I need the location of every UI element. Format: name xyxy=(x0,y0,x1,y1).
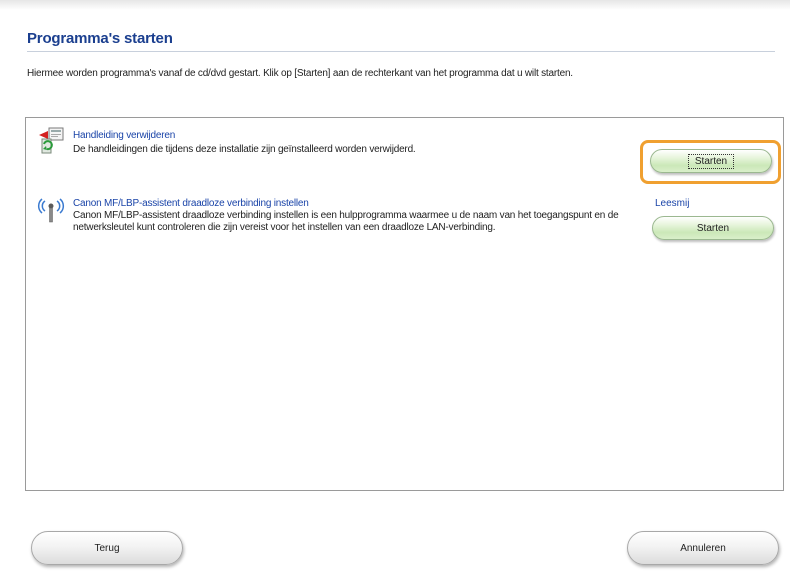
page-title: Programma's starten xyxy=(27,30,173,47)
item-description-wireless-assistant: Canon MF/LBP-assistent draadloze verbind… xyxy=(73,210,619,233)
installer-window: Programma's starten Hiermee worden progr… xyxy=(0,0,790,571)
cancel-button[interactable]: Annuleren xyxy=(627,531,779,565)
item-description-manual-uninstall: De handleidingen die tijdens deze instal… xyxy=(73,144,416,155)
intro-text: Hiermee worden programma's vanaf de cd/d… xyxy=(27,68,573,79)
wireless-signal-icon xyxy=(36,196,66,229)
manual-uninstall-icon xyxy=(36,126,70,161)
start-button-label: Starten xyxy=(696,222,730,234)
back-button[interactable]: Terug xyxy=(31,531,183,565)
cancel-button-label: Annuleren xyxy=(680,542,726,554)
start-button-label: Starten xyxy=(687,153,735,169)
item-title-wireless-assistant[interactable]: Canon MF/LBP-assistent draadloze verbind… xyxy=(73,198,309,209)
item-title-manual-uninstall[interactable]: Handleiding verwijderen xyxy=(73,130,175,141)
readme-link[interactable]: Leesmij xyxy=(655,198,689,209)
back-button-label: Terug xyxy=(94,542,120,554)
start-button-manual-uninstall[interactable]: Starten xyxy=(650,149,772,173)
start-button-wireless-assistant[interactable]: Starten xyxy=(652,216,774,240)
title-divider xyxy=(27,51,775,52)
top-shade xyxy=(0,0,790,10)
